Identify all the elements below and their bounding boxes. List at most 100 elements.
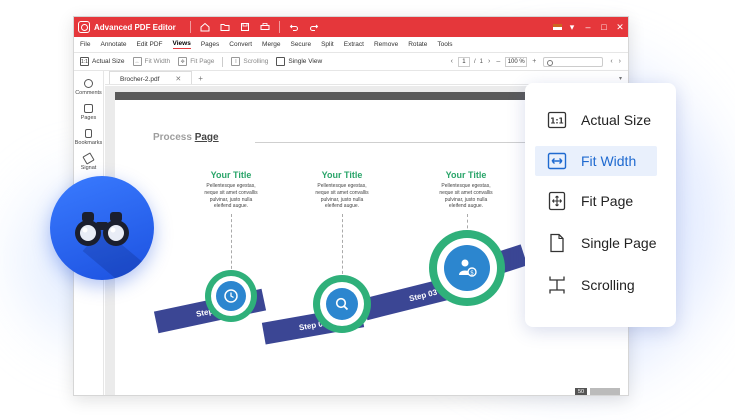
- description-line: eleifend augue.: [448, 203, 484, 210]
- app-logo-icon: [78, 21, 90, 33]
- bookmark-icon: [85, 129, 92, 138]
- page-number-badge: 50: [575, 388, 588, 395]
- signature-icon: [82, 152, 95, 165]
- divider: [222, 56, 224, 67]
- menu-annotate[interactable]: Annotate: [100, 41, 126, 48]
- clock-icon: [224, 289, 238, 303]
- fit-width-label: Fit Width: [144, 58, 171, 65]
- search-input[interactable]: [543, 56, 604, 67]
- user-money-icon: $: [459, 259, 477, 277]
- actual-size-icon: 1:1: [547, 110, 567, 130]
- connector-line: [342, 214, 343, 279]
- page-heading: Process Page: [153, 132, 219, 143]
- undo-icon[interactable]: [288, 21, 300, 33]
- search-prev-icon[interactable]: ‹: [610, 58, 612, 65]
- window-controls: ▾ – □ ✕: [553, 22, 628, 33]
- menu-edit-pdf[interactable]: Edit PDF: [137, 41, 163, 48]
- prev-page-icon[interactable]: ‹: [451, 58, 453, 65]
- comment-icon: [84, 79, 93, 88]
- column-description: Pellentesque egestas, neque sit amet con…: [186, 183, 276, 210]
- menu-split[interactable]: Split: [321, 41, 334, 48]
- zoom-out-icon[interactable]: –: [496, 58, 500, 65]
- scrolling-button[interactable]: I Scrolling: [231, 57, 268, 66]
- sidebar-item-pages[interactable]: Pages: [74, 104, 103, 121]
- single-view-button[interactable]: Single View: [276, 57, 322, 66]
- binoculars-badge: [50, 176, 154, 280]
- menu-views[interactable]: Views: [172, 40, 191, 49]
- actual-size-icon: 1:1: [80, 57, 89, 66]
- sidebar-item-signature[interactable]: Signat: [74, 152, 103, 171]
- redo-icon[interactable]: [308, 21, 320, 33]
- sidebar-item-bookmarks[interactable]: Bookmarks: [74, 129, 103, 146]
- description-line: pulvinar, justo nulla: [320, 196, 364, 203]
- view-option-actual-size[interactable]: 1:1 Actual Size: [535, 105, 657, 135]
- add-tab-icon[interactable]: +: [198, 74, 203, 84]
- step-ring: [205, 270, 257, 322]
- description-line: Pellentesque egestas,: [441, 183, 491, 189]
- zoom-in-icon[interactable]: +: [532, 58, 536, 65]
- sidebar-item-label: Bookmarks: [74, 140, 103, 146]
- page-heading-bold: Page: [194, 132, 219, 143]
- ring-core: [216, 281, 246, 311]
- menu-file[interactable]: File: [80, 41, 90, 48]
- step-ring: [313, 275, 371, 333]
- sidebar-item-comments[interactable]: Comments: [74, 79, 103, 96]
- close-icon[interactable]: ✕: [612, 22, 628, 33]
- description-line: eleifend augue.: [213, 203, 249, 210]
- ring-core: $: [444, 245, 490, 291]
- view-option-scrolling[interactable]: Scrolling: [535, 270, 657, 300]
- page-navigation: ‹ 1 / 1 › – 100 % + ‹ ›: [448, 56, 624, 67]
- dropdown-icon[interactable]: ▾: [564, 22, 580, 33]
- view-option-label: Fit Width: [581, 153, 637, 169]
- fit-page-button[interactable]: ✥ Fit Page: [178, 57, 214, 66]
- page-number-input[interactable]: 1: [457, 56, 470, 67]
- language-flag-icon[interactable]: [553, 24, 562, 30]
- binoculars-icon: [75, 212, 129, 246]
- scrolling-icon: [547, 275, 567, 295]
- print-icon[interactable]: [259, 21, 271, 33]
- description-line: neque sit amet convallis: [439, 189, 493, 196]
- ring-core: [326, 288, 358, 320]
- pages-icon: [84, 104, 93, 113]
- menu-merge[interactable]: Merge: [262, 41, 280, 48]
- fit-page-label: Fit Page: [190, 58, 215, 65]
- menu-rotate[interactable]: Rotate: [408, 41, 427, 48]
- view-option-fit-width[interactable]: Fit Width: [535, 146, 657, 176]
- scrolling-icon: I: [231, 57, 241, 66]
- home-icon[interactable]: [199, 21, 211, 33]
- menu-pages[interactable]: Pages: [201, 41, 219, 48]
- save-icon[interactable]: [239, 21, 251, 33]
- menu-convert[interactable]: Convert: [229, 41, 252, 48]
- page-total: 1: [479, 58, 483, 65]
- single-page-icon: [547, 233, 567, 253]
- minimize-icon[interactable]: –: [580, 22, 596, 32]
- scrolling-label: Scrolling: [243, 58, 269, 65]
- title-bar: Advanced PDF Editor ▾ – □ ✕: [74, 17, 628, 37]
- menu-tools[interactable]: Tools: [437, 41, 452, 48]
- maximize-icon[interactable]: □: [596, 22, 612, 32]
- view-option-single-page[interactable]: Single Page: [535, 228, 657, 258]
- search-next-icon[interactable]: ›: [619, 58, 621, 65]
- menu-extract[interactable]: Extract: [344, 41, 364, 48]
- folder-icon[interactable]: [219, 21, 231, 33]
- next-page-icon[interactable]: ›: [488, 58, 490, 65]
- close-tab-icon[interactable]: ✕: [175, 75, 181, 83]
- ring-inner: $: [437, 238, 497, 298]
- view-option-fit-page[interactable]: Fit Page: [535, 186, 657, 216]
- fit-width-button[interactable]: ↔ Fit Width: [132, 57, 171, 66]
- menu-secure[interactable]: Secure: [290, 41, 311, 48]
- actual-size-button[interactable]: 1:1 Actual Size: [80, 57, 125, 66]
- ring-inner: [211, 276, 251, 316]
- menu-remove[interactable]: Remove: [374, 41, 398, 48]
- document-tab[interactable]: Brocher-2.pdf ✕: [109, 71, 193, 84]
- page-number-bar: [590, 388, 620, 395]
- zoom-input[interactable]: 100 %: [505, 56, 528, 67]
- column-title: Your Title: [210, 170, 252, 180]
- column-description: Pellentesque egestas, neque sit amet con…: [421, 183, 511, 210]
- svg-text:$: $: [470, 270, 474, 277]
- sidebar-item-label: Signat: [80, 165, 97, 171]
- divider: [278, 21, 280, 33]
- page-separator: /: [473, 58, 476, 65]
- search-icon: [335, 297, 349, 311]
- divider: [189, 21, 191, 33]
